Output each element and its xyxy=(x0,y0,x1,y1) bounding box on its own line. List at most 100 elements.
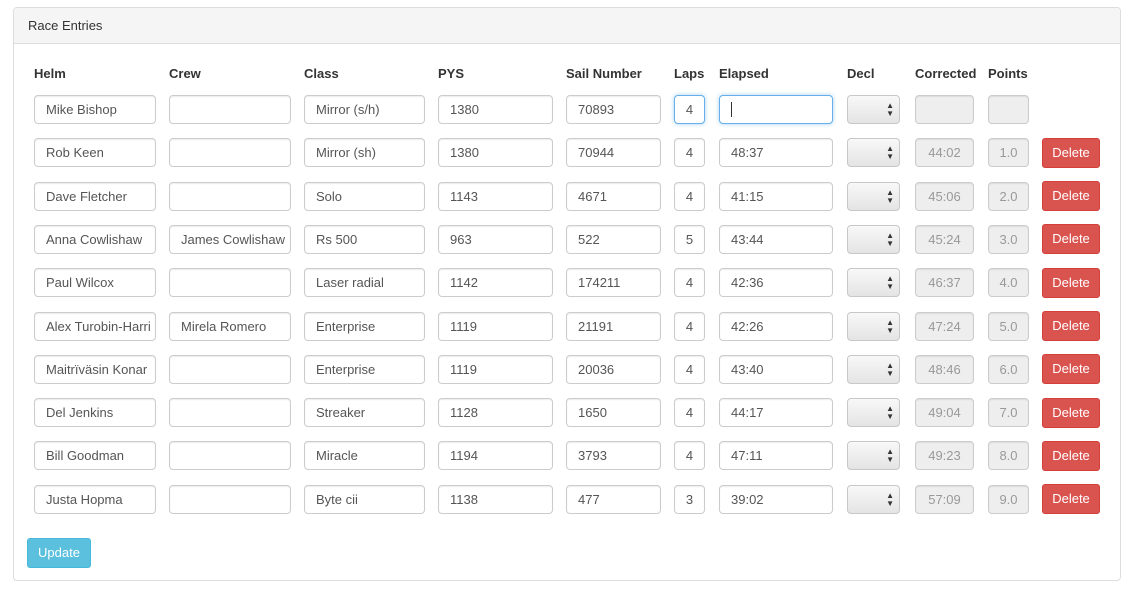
pys-input[interactable]: 1143 xyxy=(438,181,553,211)
laps-input[interactable]: 4 xyxy=(674,311,705,341)
laps-input[interactable]: 4 xyxy=(674,268,705,298)
pys-input[interactable]: 1380 xyxy=(438,95,553,124)
class-input[interactable]: Solo xyxy=(304,181,425,211)
points-field: 9.0 xyxy=(988,484,1029,514)
delete-button[interactable]: Delete xyxy=(1042,354,1100,385)
class-input[interactable]: Enterprise xyxy=(304,354,425,384)
decl-select[interactable]: ▲ ▼ xyxy=(847,268,900,298)
points-field: 5.0 xyxy=(988,311,1029,341)
class-input[interactable]: Mirror (s/h) xyxy=(304,95,425,124)
decl-select[interactable]: ▲ ▼ xyxy=(847,441,900,471)
pys-input[interactable]: 1138 xyxy=(438,484,553,514)
helm-input[interactable]: Justa Hopma xyxy=(34,484,156,514)
pys-input[interactable]: 1128 xyxy=(438,398,553,428)
elapsed-input[interactable]: 41:15 xyxy=(719,181,833,211)
elapsed-input[interactable]: 48:37 xyxy=(719,138,833,168)
elapsed-input[interactable]: 39:02 xyxy=(719,484,833,514)
delete-button[interactable]: Delete xyxy=(1042,484,1100,515)
corrected-time-field: 57:09 xyxy=(915,484,974,514)
class-input[interactable]: Rs 500 xyxy=(304,224,425,254)
crew-input[interactable] xyxy=(169,138,291,168)
elapsed-input[interactable]: 43:40 xyxy=(719,354,833,384)
sail-number-input[interactable]: 70944 xyxy=(566,138,661,168)
pys-input[interactable]: 1119 xyxy=(438,311,553,341)
update-button[interactable]: Update xyxy=(27,538,91,568)
sail-number-input[interactable]: 522 xyxy=(566,224,661,254)
panel-title: Race Entries xyxy=(14,8,1120,44)
laps-input[interactable]: 4 xyxy=(674,95,705,124)
helm-input[interactable]: Alex Turobin-Harri xyxy=(34,311,156,341)
laps-input[interactable]: 4 xyxy=(674,441,705,471)
helm-input[interactable]: Paul Wilcox xyxy=(34,268,156,298)
elapsed-input[interactable]: 47:11 xyxy=(719,441,833,471)
helm-input[interactable]: Rob Keen xyxy=(34,138,156,168)
crew-input[interactable] xyxy=(169,268,291,298)
crew-input[interactable] xyxy=(169,398,291,428)
decl-select[interactable]: ▲ ▼ xyxy=(847,484,900,514)
updown-arrows-icon: ▲ ▼ xyxy=(886,317,894,335)
sail-number-input[interactable]: 20036 xyxy=(566,354,661,384)
decl-select[interactable]: ▲ ▼ xyxy=(847,224,900,254)
class-input[interactable]: Enterprise xyxy=(304,311,425,341)
pys-input[interactable]: 1194 xyxy=(438,441,553,471)
elapsed-input[interactable]: 43:44 xyxy=(719,224,833,254)
laps-input[interactable]: 5 xyxy=(674,224,705,254)
crew-input[interactable] xyxy=(169,354,291,384)
class-input[interactable]: Mirror (sh) xyxy=(304,138,425,168)
decl-select[interactable]: ▲ ▼ xyxy=(847,354,900,384)
decl-select[interactable]: ▲ ▼ xyxy=(847,95,900,124)
sail-number-input[interactable]: 477 xyxy=(566,484,661,514)
updown-arrows-icon: ▲ ▼ xyxy=(886,187,894,205)
sail-number-input[interactable]: 3793 xyxy=(566,441,661,471)
class-input[interactable]: Byte cii xyxy=(304,484,425,514)
pys-input[interactable]: 963 xyxy=(438,224,553,254)
decl-select[interactable]: ▲ ▼ xyxy=(847,311,900,341)
helm-input[interactable]: Dave Fletcher xyxy=(34,181,156,211)
corrected-time-field: 47:24 xyxy=(915,311,974,341)
crew-input[interactable]: James Cowlishaw xyxy=(169,224,291,254)
helm-input[interactable]: Mike Bishop xyxy=(34,95,156,124)
decl-select[interactable]: ▲ ▼ xyxy=(847,138,900,168)
delete-button[interactable]: Delete xyxy=(1042,224,1100,255)
helm-input[interactable]: Anna Cowlishaw xyxy=(34,224,156,254)
delete-button[interactable]: Delete xyxy=(1042,267,1100,298)
column-header-sail-number: Sail Number xyxy=(566,66,642,81)
helm-input[interactable]: Bill Goodman xyxy=(34,441,156,471)
class-input[interactable]: Streaker xyxy=(304,398,425,428)
corrected-time-field: 49:04 xyxy=(915,398,974,428)
crew-input[interactable] xyxy=(169,181,291,211)
delete-button[interactable]: Delete xyxy=(1042,397,1100,428)
pys-input[interactable]: 1380 xyxy=(438,138,553,168)
pys-input[interactable]: 1119 xyxy=(438,354,553,384)
decl-select[interactable]: ▲ ▼ xyxy=(847,181,900,211)
sail-number-input[interactable]: 70893 xyxy=(566,95,661,124)
helm-input[interactable]: Del Jenkins xyxy=(34,398,156,428)
elapsed-input[interactable]: 44:17 xyxy=(719,398,833,428)
sail-number-input[interactable]: 4671 xyxy=(566,181,661,211)
laps-input[interactable]: 4 xyxy=(674,181,705,211)
elapsed-input[interactable] xyxy=(719,95,833,124)
elapsed-input[interactable]: 42:26 xyxy=(719,311,833,341)
sail-number-input[interactable]: 21191 xyxy=(566,311,661,341)
points-field: 4.0 xyxy=(988,268,1029,298)
pys-input[interactable]: 1142 xyxy=(438,268,553,298)
crew-input[interactable] xyxy=(169,441,291,471)
elapsed-input[interactable]: 42:36 xyxy=(719,268,833,298)
crew-input[interactable]: Mirela Romero xyxy=(169,311,291,341)
sail-number-input[interactable]: 174211 xyxy=(566,268,661,298)
laps-input[interactable]: 3 xyxy=(674,484,705,514)
laps-input[interactable]: 4 xyxy=(674,398,705,428)
decl-select[interactable]: ▲ ▼ xyxy=(847,398,900,428)
delete-button[interactable]: Delete xyxy=(1042,311,1100,341)
crew-input[interactable] xyxy=(169,95,291,124)
delete-button[interactable]: Delete xyxy=(1042,440,1100,471)
laps-input[interactable]: 4 xyxy=(674,138,705,168)
class-input[interactable]: Laser radial xyxy=(304,268,425,298)
crew-input[interactable] xyxy=(169,484,291,514)
helm-input[interactable]: Maitrïväsin Konar xyxy=(34,354,156,384)
delete-button[interactable]: Delete xyxy=(1042,137,1100,168)
sail-number-input[interactable]: 1650 xyxy=(566,398,661,428)
class-input[interactable]: Miracle xyxy=(304,441,425,471)
delete-button[interactable]: Delete xyxy=(1042,181,1100,212)
laps-input[interactable]: 4 xyxy=(674,354,705,384)
